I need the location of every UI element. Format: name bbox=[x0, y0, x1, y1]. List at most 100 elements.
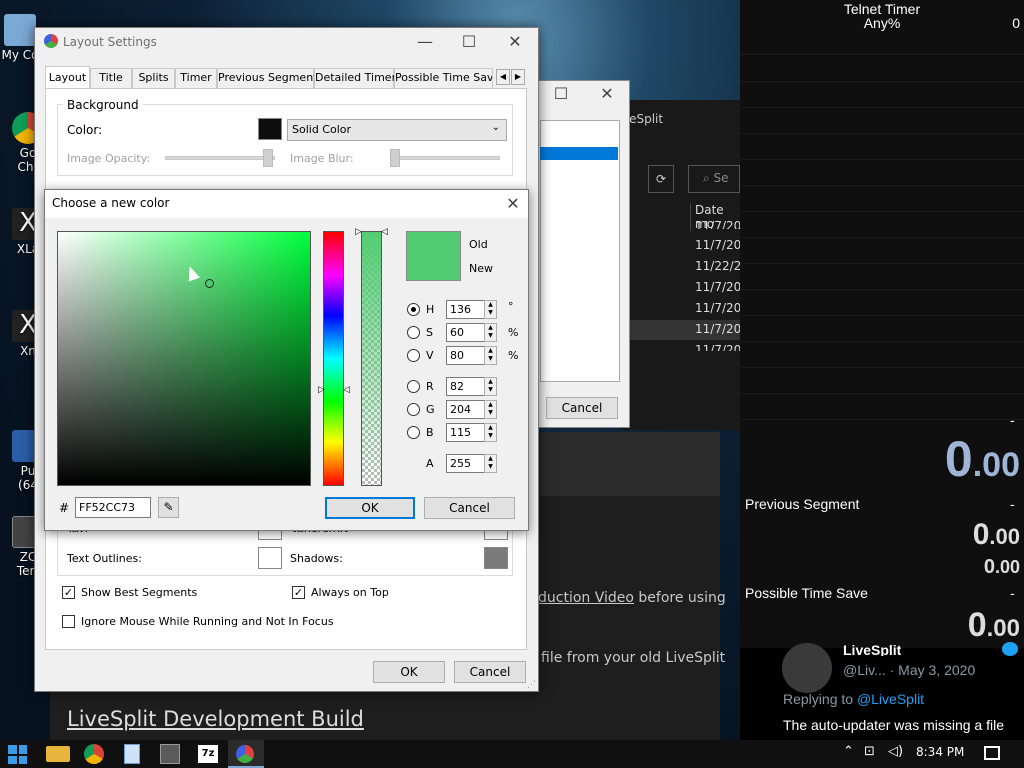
image-opacity-slider[interactable] bbox=[165, 156, 275, 160]
chevron-up-icon[interactable]: ⌃ bbox=[843, 744, 854, 759]
tweet-replying-to: Replying to @LiveSplit bbox=[783, 691, 925, 707]
tab-timer[interactable]: Timer bbox=[175, 68, 217, 88]
tweet-author[interactable]: LiveSplit bbox=[843, 642, 901, 656]
value-radio[interactable] bbox=[407, 349, 420, 362]
value-input[interactable]: 80 bbox=[446, 346, 486, 365]
shadows-color-swatch[interactable] bbox=[484, 547, 508, 569]
tab-detailed-timer[interactable]: Detailed Timer bbox=[314, 68, 396, 88]
green-label: G bbox=[426, 403, 435, 416]
taskbar-clock[interactable]: 8:34 PM bbox=[916, 745, 964, 759]
hue-label: H bbox=[426, 303, 435, 316]
hue-stepper[interactable]: ▲ ▼ bbox=[484, 300, 497, 319]
intro-video-link[interactable]: duction Video bbox=[538, 590, 634, 606]
eyedropper-icon[interactable]: ✎ bbox=[158, 497, 179, 518]
saturation-stepper[interactable]: ▲ ▼ bbox=[484, 323, 497, 342]
layout-cancel-button[interactable]: Cancel bbox=[454, 661, 526, 683]
value-stepper[interactable]: ▲ ▼ bbox=[484, 346, 497, 365]
dev-build-link[interactable]: LiveSplit Development Build bbox=[67, 707, 364, 731]
computer-icon bbox=[4, 14, 36, 46]
tab-scroll-right-icon[interactable]: ▶ bbox=[511, 69, 525, 85]
color-cancel-button[interactable]: Cancel bbox=[424, 497, 515, 519]
close-icon[interactable]: ✕ bbox=[500, 32, 530, 51]
refresh-icon[interactable]: ⟳ bbox=[648, 165, 674, 193]
green-stepper[interactable]: ▲ ▼ bbox=[484, 400, 497, 419]
alpha-input[interactable]: 255 bbox=[446, 454, 486, 473]
split-row bbox=[740, 374, 1024, 394]
shadows-label: Shadows: bbox=[290, 552, 343, 565]
image-blur-thumb[interactable] bbox=[390, 149, 400, 167]
image-blur-slider[interactable] bbox=[390, 156, 500, 160]
blue-stepper[interactable]: ▲ ▼ bbox=[484, 423, 497, 442]
minimize-icon[interactable]: — bbox=[410, 32, 440, 51]
text-outlines-label: Text Outlines: bbox=[67, 552, 142, 565]
split-row bbox=[740, 244, 1024, 264]
blue-input[interactable]: 115 bbox=[446, 423, 486, 442]
tab-previous-segment[interactable]: Previous Segment bbox=[217, 68, 317, 88]
close-icon[interactable]: ✕ bbox=[498, 194, 528, 213]
hue-slider[interactable] bbox=[323, 231, 344, 486]
hue-input[interactable]: 136 bbox=[446, 300, 486, 319]
saturation-radio[interactable] bbox=[407, 326, 420, 339]
green-radio[interactable] bbox=[407, 403, 420, 416]
7zip-icon[interactable]: 7z bbox=[198, 745, 218, 763]
alpha-stepper[interactable]: ▲ ▼ bbox=[484, 454, 497, 473]
background-color-swatch[interactable] bbox=[258, 118, 282, 140]
split-row bbox=[740, 192, 1024, 212]
start-menu-icon[interactable] bbox=[8, 745, 27, 764]
hue-slider-right-arrow-icon[interactable]: ◁ bbox=[343, 385, 350, 395]
ignore-mouse-checkbox[interactable] bbox=[62, 615, 75, 628]
search-icon: ⌕ bbox=[703, 171, 714, 185]
always-on-top-checkbox[interactable]: ✓ bbox=[292, 586, 305, 599]
network-icon[interactable]: ⊡ bbox=[864, 744, 875, 759]
green-input[interactable]: 204 bbox=[446, 400, 486, 419]
layout-ok-button[interactable]: OK bbox=[373, 661, 445, 683]
hue-slider-left-arrow-icon[interactable]: ▷ bbox=[318, 385, 325, 395]
alpha-slider-left-arrow-icon[interactable]: ▷ bbox=[355, 227, 362, 237]
red-radio[interactable] bbox=[407, 380, 420, 393]
split-row bbox=[740, 62, 1024, 82]
show-best-segments-checkbox[interactable]: ✓ bbox=[62, 586, 75, 599]
replying-handle-link[interactable]: @LiveSplit bbox=[857, 691, 924, 707]
attempt-count: 0 bbox=[1012, 15, 1020, 31]
previous-segment-value: - bbox=[1010, 496, 1015, 512]
avatar[interactable] bbox=[782, 643, 832, 693]
red-input[interactable]: 82 bbox=[446, 377, 486, 396]
file-explorer-icon[interactable] bbox=[46, 746, 70, 762]
tab-possible-time-save[interactable]: Possible Time Save bbox=[394, 68, 493, 88]
main-timer: 0.00 bbox=[944, 431, 1020, 487]
maximize-icon[interactable]: ☐ bbox=[454, 32, 484, 51]
blue-radio[interactable] bbox=[407, 426, 420, 439]
notepad-icon[interactable] bbox=[124, 744, 140, 764]
saturation-input[interactable]: 60 bbox=[446, 323, 486, 342]
alpha-slider[interactable] bbox=[361, 231, 382, 486]
explorer-search-input[interactable]: ⌕ Se bbox=[688, 165, 740, 193]
close-icon[interactable]: ✕ bbox=[592, 84, 622, 103]
hex-input[interactable]: FF52CC73 bbox=[75, 497, 151, 518]
split-row bbox=[740, 400, 1024, 420]
twitter-bird-icon[interactable] bbox=[1002, 642, 1018, 656]
background-type-select[interactable]: Solid Color ⌄ bbox=[287, 119, 507, 141]
tab-layout[interactable]: Layout bbox=[45, 66, 90, 88]
run-category: Any% bbox=[863, 15, 901, 31]
resize-grip-icon[interactable]: ⋰ bbox=[527, 680, 536, 690]
notifications-icon[interactable] bbox=[984, 746, 1000, 760]
value-unit: % bbox=[508, 349, 519, 362]
split-row bbox=[740, 114, 1024, 134]
red-stepper[interactable]: ▲ ▼ bbox=[484, 377, 497, 396]
hue-radio[interactable] bbox=[407, 303, 420, 316]
chrome-icon[interactable] bbox=[84, 744, 104, 764]
tab-title[interactable]: Title bbox=[90, 68, 132, 88]
maximize-icon[interactable]: ☐ bbox=[546, 84, 576, 103]
tab-scroll-left-icon[interactable]: ◀ bbox=[496, 69, 510, 85]
text-outlines-color-swatch[interactable] bbox=[258, 547, 282, 569]
image-opacity-thumb[interactable] bbox=[263, 149, 273, 167]
color-picker-marker[interactable] bbox=[205, 279, 214, 288]
secondary-list-selection[interactable] bbox=[540, 147, 618, 160]
putty-icon[interactable] bbox=[160, 744, 180, 764]
secondary-cancel-button[interactable]: Cancel bbox=[546, 397, 618, 419]
alpha-slider-right-arrow-icon[interactable]: ◁ bbox=[381, 227, 388, 237]
tab-splits[interactable]: Splits bbox=[132, 68, 175, 88]
color-ok-button[interactable]: OK bbox=[325, 497, 415, 519]
volume-icon[interactable]: ◁) bbox=[888, 744, 903, 759]
segment-time-small: 0.00 bbox=[983, 556, 1020, 578]
